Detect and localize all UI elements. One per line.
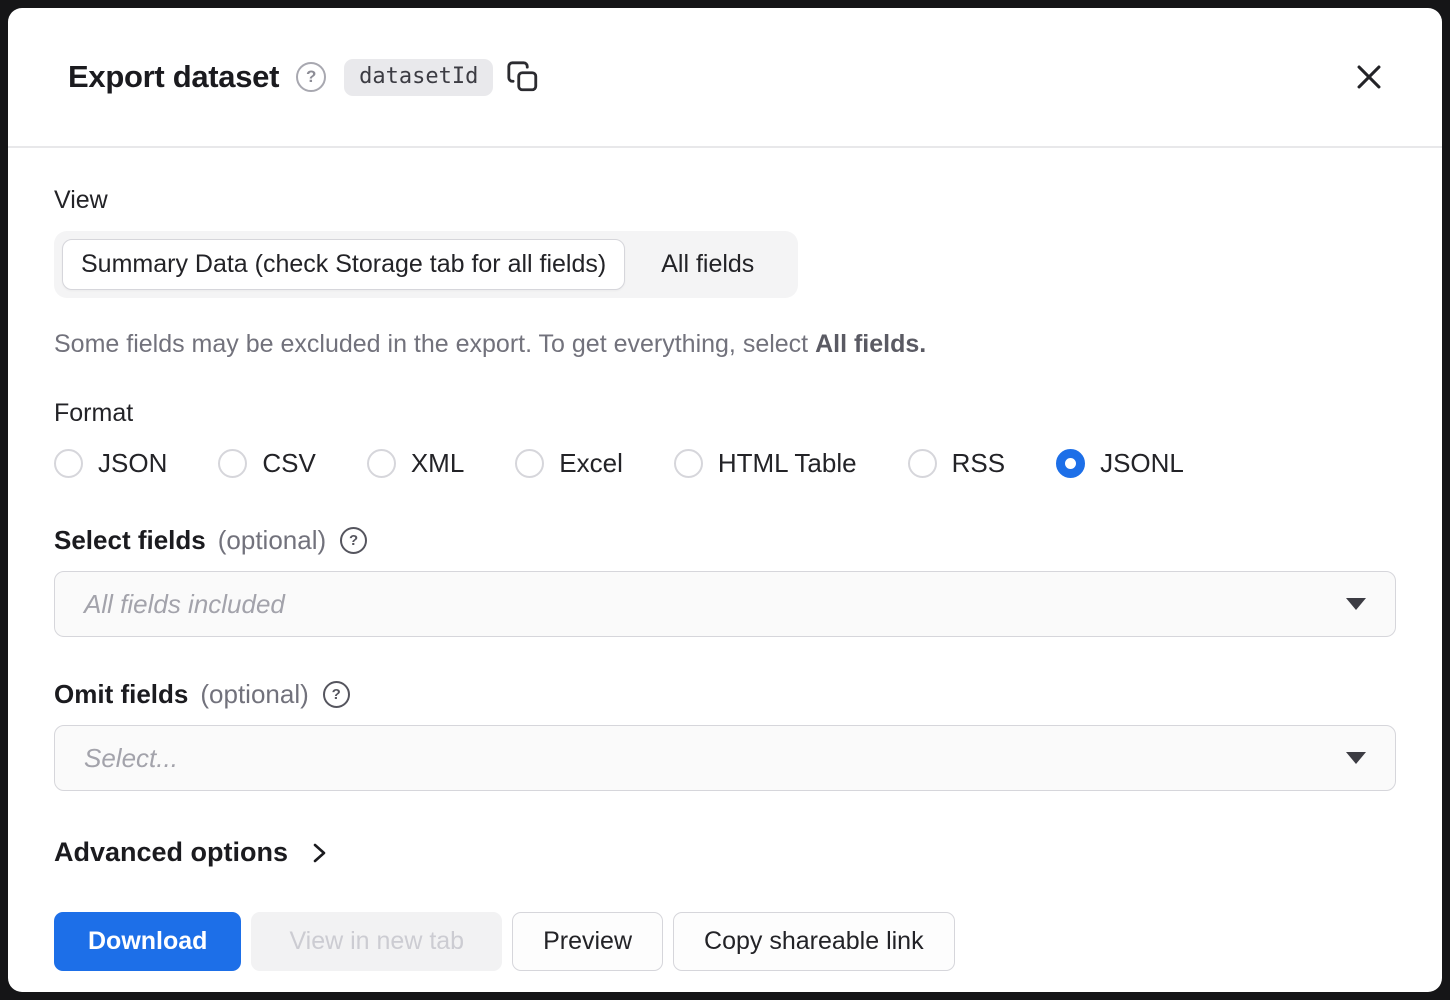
dataset-id-badge: datasetId — [344, 59, 493, 96]
view-helper-text: Some fields may be excluded in the expor… — [54, 330, 1396, 359]
radio-circle — [515, 449, 544, 478]
radio-label: Excel — [559, 448, 623, 479]
radio-label: JSON — [98, 448, 167, 479]
format-radio-group: JSON CSV XML Excel HTML Table RSS — [54, 448, 1396, 479]
close-icon — [1352, 60, 1386, 94]
help-circle-icon[interactable]: ? — [323, 681, 350, 708]
format-radio-rss[interactable]: RSS — [908, 448, 1005, 479]
chevron-down-icon — [1346, 752, 1366, 764]
chevron-down-icon — [1346, 598, 1366, 610]
view-segmented-control: Summary Data (check Storage tab for all … — [54, 231, 798, 298]
radio-circle — [367, 449, 396, 478]
format-radio-excel[interactable]: Excel — [515, 448, 623, 479]
radio-circle — [674, 449, 703, 478]
close-button[interactable] — [1352, 60, 1386, 94]
format-label: Format — [54, 399, 1396, 428]
page-title: Export dataset — [68, 59, 279, 95]
radio-label: XML — [411, 448, 464, 479]
download-button[interactable]: Download — [54, 912, 241, 971]
view-option-all-fields[interactable]: All fields — [625, 239, 790, 290]
radio-circle — [218, 449, 247, 478]
view-option-summary-data[interactable]: Summary Data (check Storage tab for all … — [62, 239, 625, 290]
radio-label: CSV — [262, 448, 315, 479]
omit-fields-placeholder: Select... — [84, 743, 178, 774]
select-fields-placeholder: All fields included — [84, 589, 285, 620]
format-radio-csv[interactable]: CSV — [218, 448, 315, 479]
omit-fields-label-row: Omit fields (optional) ? — [54, 679, 1396, 710]
helper-text-emphasis: All fields. — [815, 330, 926, 358]
preview-button[interactable]: Preview — [512, 912, 663, 971]
omit-fields-optional: (optional) — [200, 679, 308, 710]
select-fields-dropdown[interactable]: All fields included — [54, 571, 1396, 637]
copy-shareable-link-button[interactable]: Copy shareable link — [673, 912, 955, 971]
format-radio-xml[interactable]: XML — [367, 448, 464, 479]
copy-dataset-id-button[interactable] — [506, 60, 540, 94]
modal-body: View Summary Data (check Storage tab for… — [8, 148, 1442, 971]
select-fields-optional: (optional) — [218, 525, 326, 556]
copy-icon — [506, 60, 540, 94]
help-circle-icon[interactable]: ? — [340, 527, 367, 554]
radio-label: RSS — [952, 448, 1005, 479]
action-button-row: Download View in new tab Preview Copy sh… — [54, 912, 1396, 971]
radio-circle — [54, 449, 83, 478]
view-in-new-tab-button[interactable]: View in new tab — [251, 912, 502, 971]
radio-label: HTML Table — [718, 448, 857, 479]
radio-circle — [1056, 449, 1085, 478]
chevron-right-icon — [307, 841, 331, 865]
modal-header: Export dataset ? datasetId — [8, 8, 1442, 148]
radio-circle — [908, 449, 937, 478]
radio-label: JSONL — [1100, 448, 1184, 479]
omit-fields-dropdown[interactable]: Select... — [54, 725, 1396, 791]
export-dataset-modal: Export dataset ? datasetId View S — [8, 8, 1442, 992]
select-fields-label-row: Select fields (optional) ? — [54, 525, 1396, 556]
format-radio-jsonl[interactable]: JSONL — [1056, 448, 1184, 479]
omit-fields-label: Omit fields — [54, 679, 188, 710]
select-fields-label: Select fields — [54, 525, 206, 556]
helper-text-prefix: Some fields may be excluded in the expor… — [54, 330, 815, 358]
format-radio-json[interactable]: JSON — [54, 448, 167, 479]
help-circle-icon[interactable]: ? — [296, 62, 326, 92]
format-radio-html-table[interactable]: HTML Table — [674, 448, 857, 479]
advanced-options-label: Advanced options — [54, 837, 288, 868]
view-label: View — [54, 186, 1396, 215]
advanced-options-toggle[interactable]: Advanced options — [54, 837, 331, 868]
